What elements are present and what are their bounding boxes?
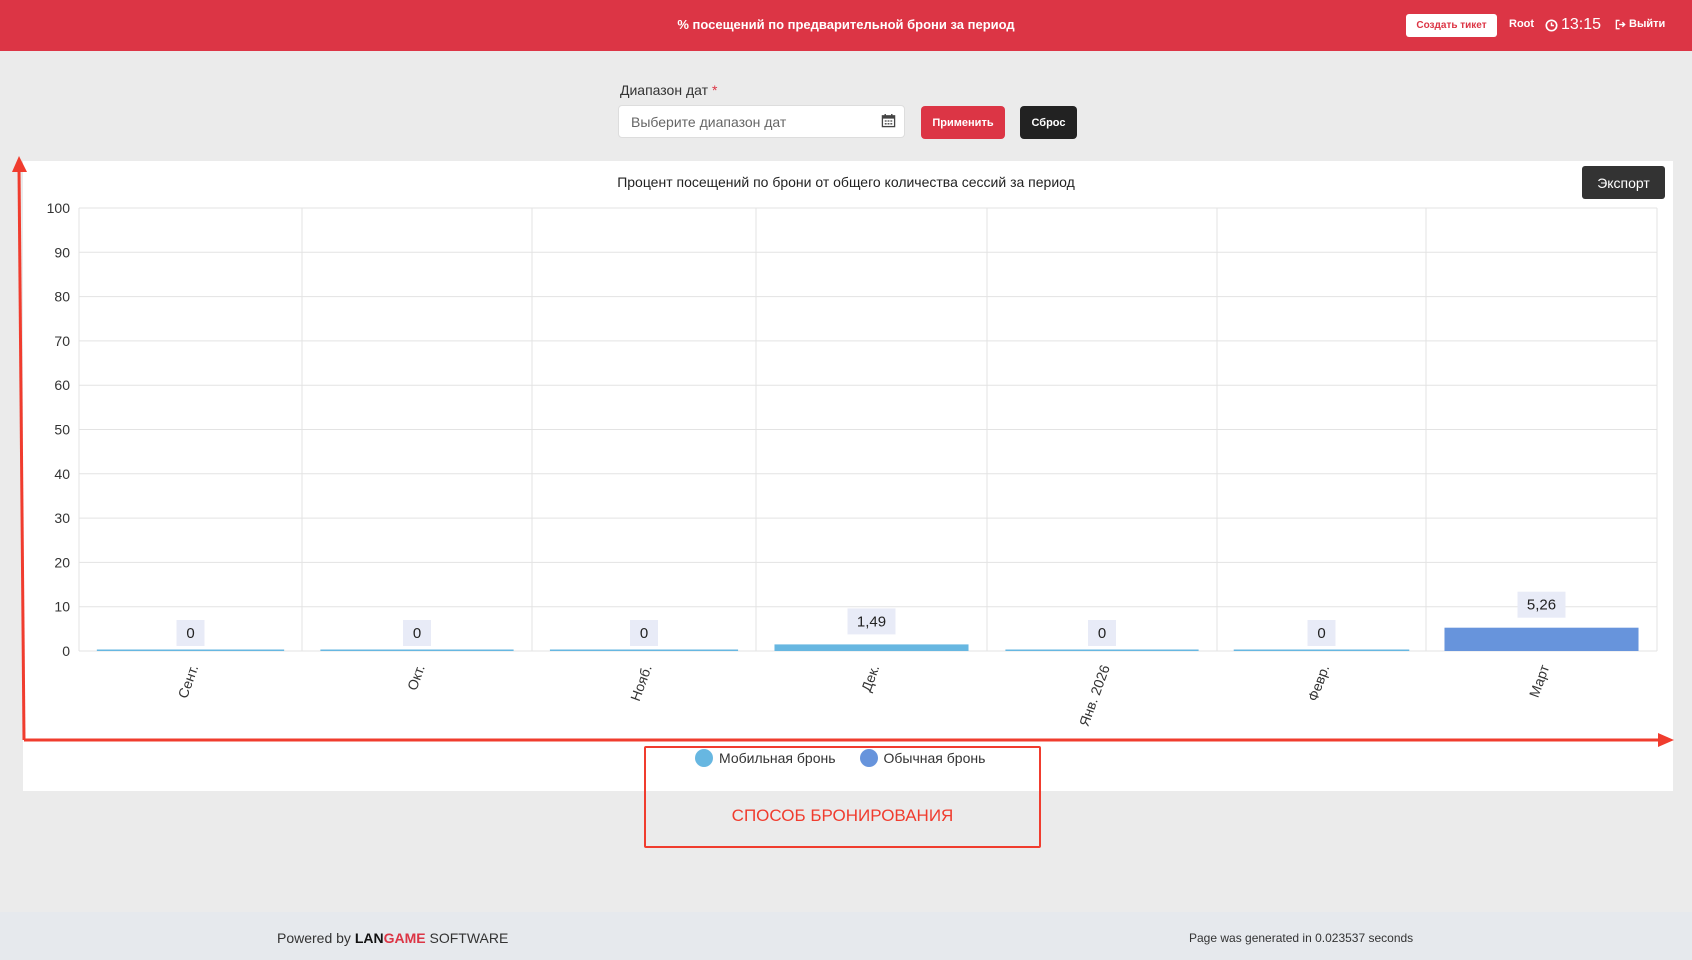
clock-icon: [1545, 18, 1558, 32]
clock-time: 13:15: [1561, 16, 1602, 33]
user-name[interactable]: Root: [1509, 18, 1534, 30]
date-range-label: Диапазон дат *: [620, 82, 717, 98]
powered-by: Powered by LANGAME SOFTWARE: [277, 930, 508, 946]
logout-button[interactable]: Выйти: [1615, 18, 1665, 30]
annotation-box: [644, 746, 1041, 848]
brand-game: GAME: [383, 930, 426, 946]
brand-suffix: SOFTWARE: [429, 930, 509, 946]
logout-label: Выйти: [1629, 18, 1666, 30]
date-range-placeholder: Выберите диапазон дат: [631, 114, 787, 130]
date-range-input[interactable]: Выберите диапазон дат: [618, 105, 905, 138]
required-mark: *: [712, 82, 718, 98]
calendar-icon[interactable]: [881, 113, 896, 128]
clock: 13:15: [1545, 16, 1601, 34]
logout-icon: [1615, 19, 1626, 29]
top-bar: % посещений по предварительной брони за …: [0, 0, 1692, 51]
footer: [0, 912, 1692, 960]
annotation-text: СПОСОБ БРОНИРОВАНИЯ: [731, 806, 954, 825]
powered-prefix: Powered by: [277, 930, 351, 946]
apply-button[interactable]: Применить: [921, 106, 1005, 139]
brand-lan: LAN: [354, 930, 384, 946]
date-range-label-text: Диапазон дат: [620, 82, 709, 98]
export-button[interactable]: Экспорт: [1582, 166, 1665, 199]
chart-card: [23, 161, 1673, 791]
reset-button[interactable]: Сброс: [1020, 106, 1077, 139]
create-ticket-button[interactable]: Создать тикет: [1406, 14, 1497, 37]
page-generated-time: Page was generated in 0.023537 seconds: [1189, 931, 1414, 945]
